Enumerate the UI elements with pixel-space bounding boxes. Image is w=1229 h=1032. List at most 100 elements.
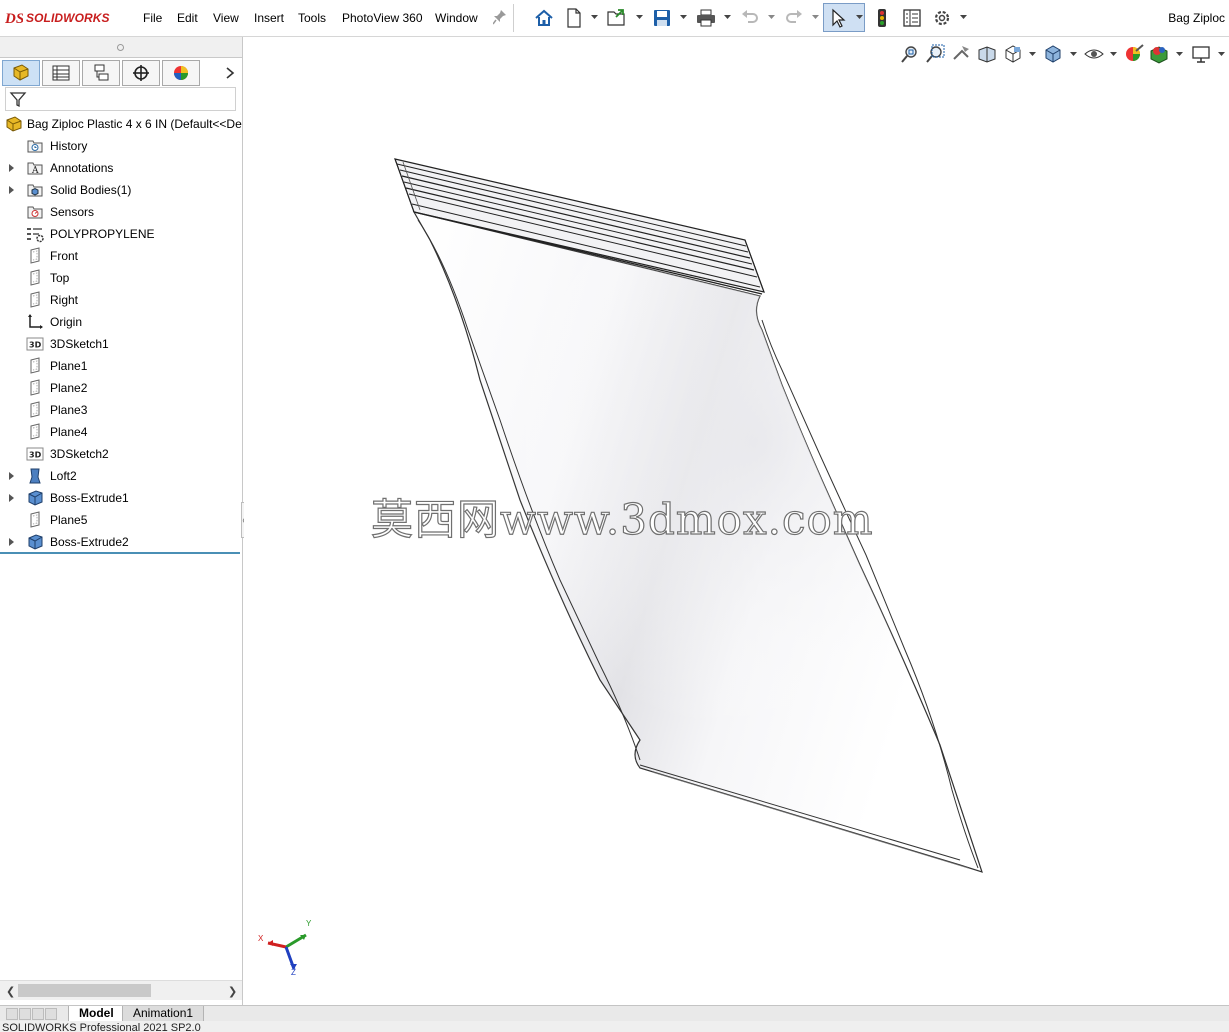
tab-model[interactable]: Model [68,1006,125,1022]
expand-arrow-icon[interactable] [9,494,14,502]
expand-arrow-icon[interactable] [9,164,14,172]
rollback-bar[interactable] [0,552,240,554]
expand-arrow-icon[interactable] [9,538,14,546]
tab-propertymanager[interactable] [42,60,80,86]
tree-item-plane1[interactable]: Plane1 [0,355,242,377]
tree-item-origin[interactable]: Origin [0,311,242,333]
file-properties-icon[interactable] [900,6,924,30]
redo-icon[interactable] [782,6,806,30]
menu-tools[interactable]: Tools [298,11,326,25]
material-icon [27,228,44,243]
manager-tabs [1,60,241,86]
select-dropdown-icon[interactable] [856,14,863,20]
open-dropdown-icon[interactable] [636,14,643,20]
tree-item-sensors[interactable]: Sensors [0,201,242,223]
extrude-icon [28,534,43,550]
save-icon[interactable] [650,6,674,30]
menu-window[interactable]: Window [435,11,478,25]
tab-configurationmanager[interactable] [82,60,120,86]
tree-item-plane4[interactable]: Plane4 [0,421,242,443]
first-tab-icon[interactable] [6,1008,18,1020]
tab-animation1[interactable]: Animation1 [122,1006,205,1022]
undo-icon[interactable] [738,6,762,30]
print-icon[interactable] [694,6,718,30]
tree-item-plane3[interactable]: Plane3 [0,399,242,421]
toolbar-separator [513,4,514,32]
solidworks-logo[interactable]: DS SOLIDWORKS [5,8,110,28]
plane-icon [30,511,40,528]
redo-dropdown-icon[interactable] [812,14,819,20]
feature-filter-field[interactable] [5,87,236,111]
tab-displaymanager[interactable] [162,60,200,86]
tree-item-label: Solid Bodies(1) [50,183,132,197]
plane-icon [30,269,40,286]
save-dropdown-icon[interactable] [680,14,687,20]
panel-splitter[interactable] [0,37,242,58]
prev-tab-icon[interactable] [19,1008,31,1020]
tree-item-label: Origin [50,315,83,329]
tree-item-solid-bodies[interactable]: Solid Bodies(1) [0,179,242,201]
status-bar: SOLIDWORKS Professional 2021 SP2.0 [0,1021,1229,1032]
tree-item-right-plane[interactable]: Right [0,289,242,311]
tree-item-boss-extrude2[interactable]: Boss-Extrude2 [0,531,242,553]
configuration-manager-icon [94,64,109,81]
tree-root-label: Bag Ziploc Plastic 4 x 6 IN (Default<<De [27,117,242,131]
tree-item-label: History [50,139,88,153]
tree-item-3dsketch2[interactable]: 3D 3DSketch2 [0,443,242,465]
new-dropdown-icon[interactable] [591,14,598,20]
tree-root-part[interactable]: Bag Ziploc Plastic 4 x 6 IN (Default<<De [0,113,242,135]
tree-item-top-plane[interactable]: Top [0,267,242,289]
tree-item-label: Boss-Extrude1 [50,491,129,505]
plane-icon [30,401,40,418]
history-icon [27,140,43,153]
home-icon[interactable] [532,6,556,30]
expand-arrow-icon[interactable] [9,472,14,480]
tree-item-annotations[interactable]: A Annotations [0,157,242,179]
document-title: Bag Ziploc [1168,11,1225,25]
new-document-icon[interactable] [562,6,586,30]
tree-item-plane2[interactable]: Plane2 [0,377,242,399]
plane-icon [30,379,40,396]
tree-item-3dsketch1[interactable]: 3D 3DSketch1 [0,333,242,355]
3d-sketch-icon: 3D [26,447,44,461]
menu-insert[interactable]: Insert [254,11,284,25]
loft-icon [29,468,41,484]
splitter-grip-icon[interactable] [117,44,124,51]
print-dropdown-icon[interactable] [724,14,731,20]
menu-file[interactable]: File [143,11,162,25]
tree-item-front-plane[interactable]: Front [0,245,242,267]
tree-item-label: Right [50,293,79,307]
scroll-thumb[interactable] [18,984,151,997]
tree-item-loft2[interactable]: Loft2 [0,465,242,487]
select-pointer-icon[interactable] [826,6,850,30]
tree-item-material[interactable]: POLYPROPYLENE [0,223,242,245]
options-gear-icon[interactable] [930,6,954,30]
last-tab-icon[interactable] [45,1008,57,1020]
menu-edit[interactable]: Edit [177,11,198,25]
horizontal-scrollbar[interactable]: ❮ ❯ [0,980,242,1000]
dimxpert-manager-icon [133,65,149,81]
scroll-left-icon[interactable]: ❮ [6,985,15,998]
open-icon[interactable] [605,6,629,30]
scroll-right-icon[interactable]: ❯ [228,985,237,998]
tree-item-plane5[interactable]: Plane5 [0,509,242,531]
pin-menu-icon[interactable] [493,9,507,25]
next-tab-icon[interactable] [32,1008,44,1020]
rebuild-traffic-light-icon[interactable] [870,6,894,30]
graphics-area[interactable]: 莫西网www.3dmox.com X Y Z [244,37,1229,1005]
extrude-icon [28,490,43,506]
options-dropdown-icon[interactable] [960,14,967,20]
tree-item-boss-extrude1[interactable]: Boss-Extrude1 [0,487,242,509]
tree-item-history[interactable]: History [0,135,242,157]
tree-item-label: Sensors [50,205,95,219]
tab-dimxpertmanager[interactable] [122,60,160,86]
expand-arrow-icon[interactable] [9,186,14,194]
chevron-right-icon[interactable] [223,65,237,81]
menu-photoview-360[interactable]: PhotoView 360 [342,11,423,25]
svg-text:3D: 3D [29,451,42,460]
ds-logo-icon: DS [5,11,23,27]
plane-icon [30,291,40,308]
menu-view[interactable]: View [213,11,239,25]
undo-dropdown-icon[interactable] [768,14,775,20]
tab-featuremanager[interactable] [2,60,40,86]
